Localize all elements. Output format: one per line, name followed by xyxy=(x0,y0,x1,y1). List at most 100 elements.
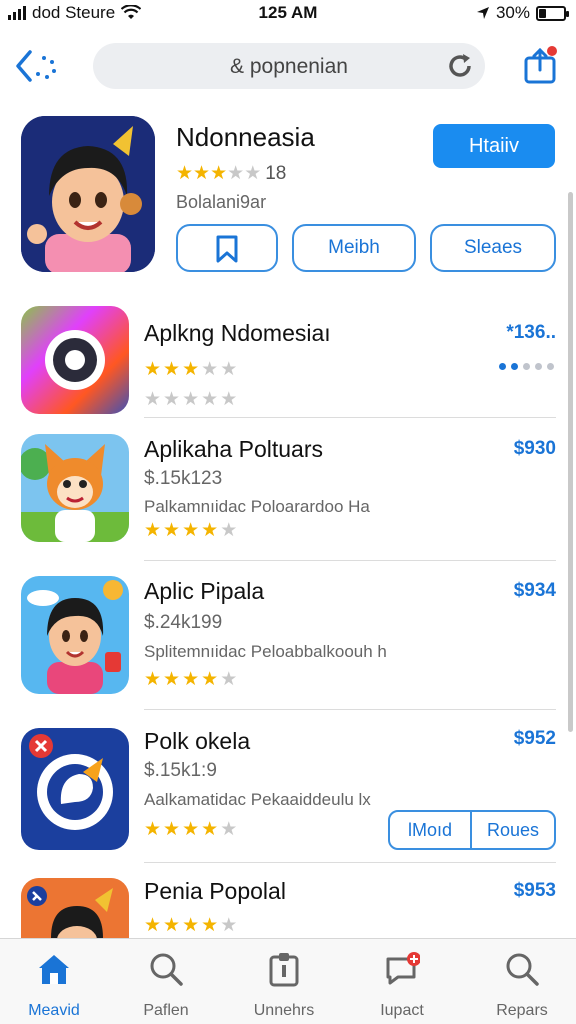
app-name: Aplic Pipala xyxy=(144,578,265,604)
app-price[interactable]: $952 xyxy=(514,728,556,750)
app-price[interactable]: $934 xyxy=(514,580,556,602)
status-right: 30% xyxy=(476,3,569,23)
star-filled-icon: ★ xyxy=(163,359,181,380)
app-meta: $.24k199 xyxy=(144,612,223,633)
divider xyxy=(144,709,556,710)
app-desc: Splitemnıidac Peloabbalkoouh h xyxy=(144,642,387,661)
roues-button[interactable]: Roues xyxy=(470,810,556,850)
app-meta: $.15k1:9 xyxy=(144,760,217,781)
star-filled-icon: ★ xyxy=(201,520,219,541)
divider xyxy=(144,560,556,561)
star-empty-icon: ★ xyxy=(244,163,262,184)
app-icon-girl[interactable] xyxy=(21,576,129,694)
app-stars-secondary: ★ ★ ★ ★ ★ xyxy=(144,388,237,411)
search-icon xyxy=(150,953,183,986)
star-empty-icon: ★ xyxy=(201,389,219,410)
search-icon xyxy=(506,953,539,986)
app-name: Penia Popolal xyxy=(144,878,286,904)
share-icon[interactable] xyxy=(522,44,558,84)
tab-unnehrs[interactable]: Unnehrs xyxy=(234,951,334,1020)
star-filled-icon: ★ xyxy=(163,915,181,936)
meibh-button[interactable]: Meibh xyxy=(292,224,416,272)
star-filled-icon: ★ xyxy=(201,819,219,840)
featured-rating: ★★★★★ 18 xyxy=(176,162,286,185)
star-filled-icon: ★ xyxy=(144,520,162,541)
bookmark-button[interactable] xyxy=(176,224,278,272)
star-empty-icon: ★ xyxy=(227,163,245,184)
search-query[interactable]: & popnenian xyxy=(93,55,485,79)
featured-app-icon[interactable] xyxy=(21,116,155,272)
search-bar[interactable]: & popnenian xyxy=(93,43,485,89)
app-icon-fox[interactable] xyxy=(21,434,129,542)
get-button[interactable]: Htaiiv xyxy=(433,124,555,168)
star-filled-icon: ★ xyxy=(163,520,181,541)
star-filled-icon: ★ xyxy=(182,819,200,840)
app-icon-chat[interactable] xyxy=(21,728,129,850)
bookmark-icon xyxy=(216,235,238,263)
app-icon-boy[interactable] xyxy=(21,878,129,938)
star-filled-icon: ★ xyxy=(144,669,162,690)
star-filled-icon: ★ xyxy=(182,520,200,541)
star-filled-icon: ★ xyxy=(163,669,181,690)
featured-subtitle: Bolalani9ar xyxy=(176,192,267,212)
tab-label: Unnehrs xyxy=(253,1002,315,1019)
tab-label: Iupact xyxy=(380,1002,424,1019)
tab-label: Repars xyxy=(496,1002,548,1019)
battery-icon xyxy=(536,5,569,21)
star-empty-icon: ★ xyxy=(182,389,200,410)
star-filled-icon: ★ xyxy=(210,163,228,184)
app-stars: ★ ★ ★ ★ ★ xyxy=(144,358,237,381)
star-filled-icon: ★ xyxy=(182,915,200,936)
tab-label: Paflen xyxy=(143,1002,189,1019)
featured-app: Ndonneasia ★★★★★ 18 Bolalani9ar Htaiiv M… xyxy=(0,116,576,276)
star-empty-icon: ★ xyxy=(163,389,181,410)
battery-fill xyxy=(539,8,547,18)
tab-label: Meavid xyxy=(28,1002,80,1019)
app-name: Aplikaha Poltuars xyxy=(144,436,323,462)
tab-paflen[interactable]: Paflen xyxy=(116,951,216,1020)
page-dots xyxy=(499,363,554,370)
app-name: Aplkng Ndomesiaı xyxy=(144,320,331,346)
star-filled-icon: ★ xyxy=(193,163,211,184)
divider xyxy=(144,862,556,863)
app-price[interactable]: $953 xyxy=(514,880,556,902)
tab-bar: Meavid Paflen Unnehrs Iupact Repars xyxy=(0,938,576,1024)
app-price[interactable]: *136.. xyxy=(506,322,556,344)
sleaes-button[interactable]: Sleaes xyxy=(430,224,556,272)
app-icon-camera[interactable] xyxy=(21,306,129,414)
featured-title: Ndonneasia xyxy=(176,122,315,152)
app-stars: ★ ★ ★ ★ ★ xyxy=(144,519,237,542)
app-stars: ★ ★ ★ ★ ★ xyxy=(144,914,237,937)
star-empty-icon: ★ xyxy=(220,359,238,380)
tab-iupact[interactable]: Iupact xyxy=(352,951,452,1020)
star-empty-icon: ★ xyxy=(220,520,238,541)
star-filled-icon: ★ xyxy=(144,819,162,840)
star-empty-icon: ★ xyxy=(144,389,162,410)
star-filled-icon: ★ xyxy=(182,359,200,380)
divider xyxy=(144,417,556,418)
star-filled-icon: ★ xyxy=(201,669,219,690)
app-price[interactable]: $930 xyxy=(514,438,556,460)
back-icon[interactable] xyxy=(14,46,62,86)
scroll-indicator[interactable] xyxy=(568,192,573,732)
star-filled-icon: ★ xyxy=(144,915,162,936)
app-desc: Palkamnıidac Poloarardoo Ha xyxy=(144,497,370,516)
reload-icon[interactable] xyxy=(445,51,475,81)
featured-rating-count: 18 xyxy=(265,162,287,184)
star-filled-icon: ★ xyxy=(201,915,219,936)
tab-meavid[interactable]: Meavid xyxy=(4,951,104,1020)
star-filled-icon: ★ xyxy=(144,359,162,380)
nav-bar: & popnenian xyxy=(0,40,576,92)
updates-icon xyxy=(386,952,421,985)
app-meta: $.15k123 xyxy=(144,468,223,489)
tab-repars[interactable]: Repars xyxy=(472,951,572,1020)
home-icon xyxy=(39,955,69,984)
star-filled-icon: ★ xyxy=(163,819,181,840)
app-name: Polk okela xyxy=(144,728,251,754)
star-filled-icon: ★ xyxy=(182,669,200,690)
star-filled-icon: ★ xyxy=(176,163,194,184)
status-bar: dod Steure 125 AM 30% xyxy=(0,0,576,26)
star-empty-icon: ★ xyxy=(220,915,238,936)
lmoid-button[interactable]: lMoıd xyxy=(388,810,472,850)
app-stars: ★ ★ ★ ★ ★ xyxy=(144,818,237,841)
